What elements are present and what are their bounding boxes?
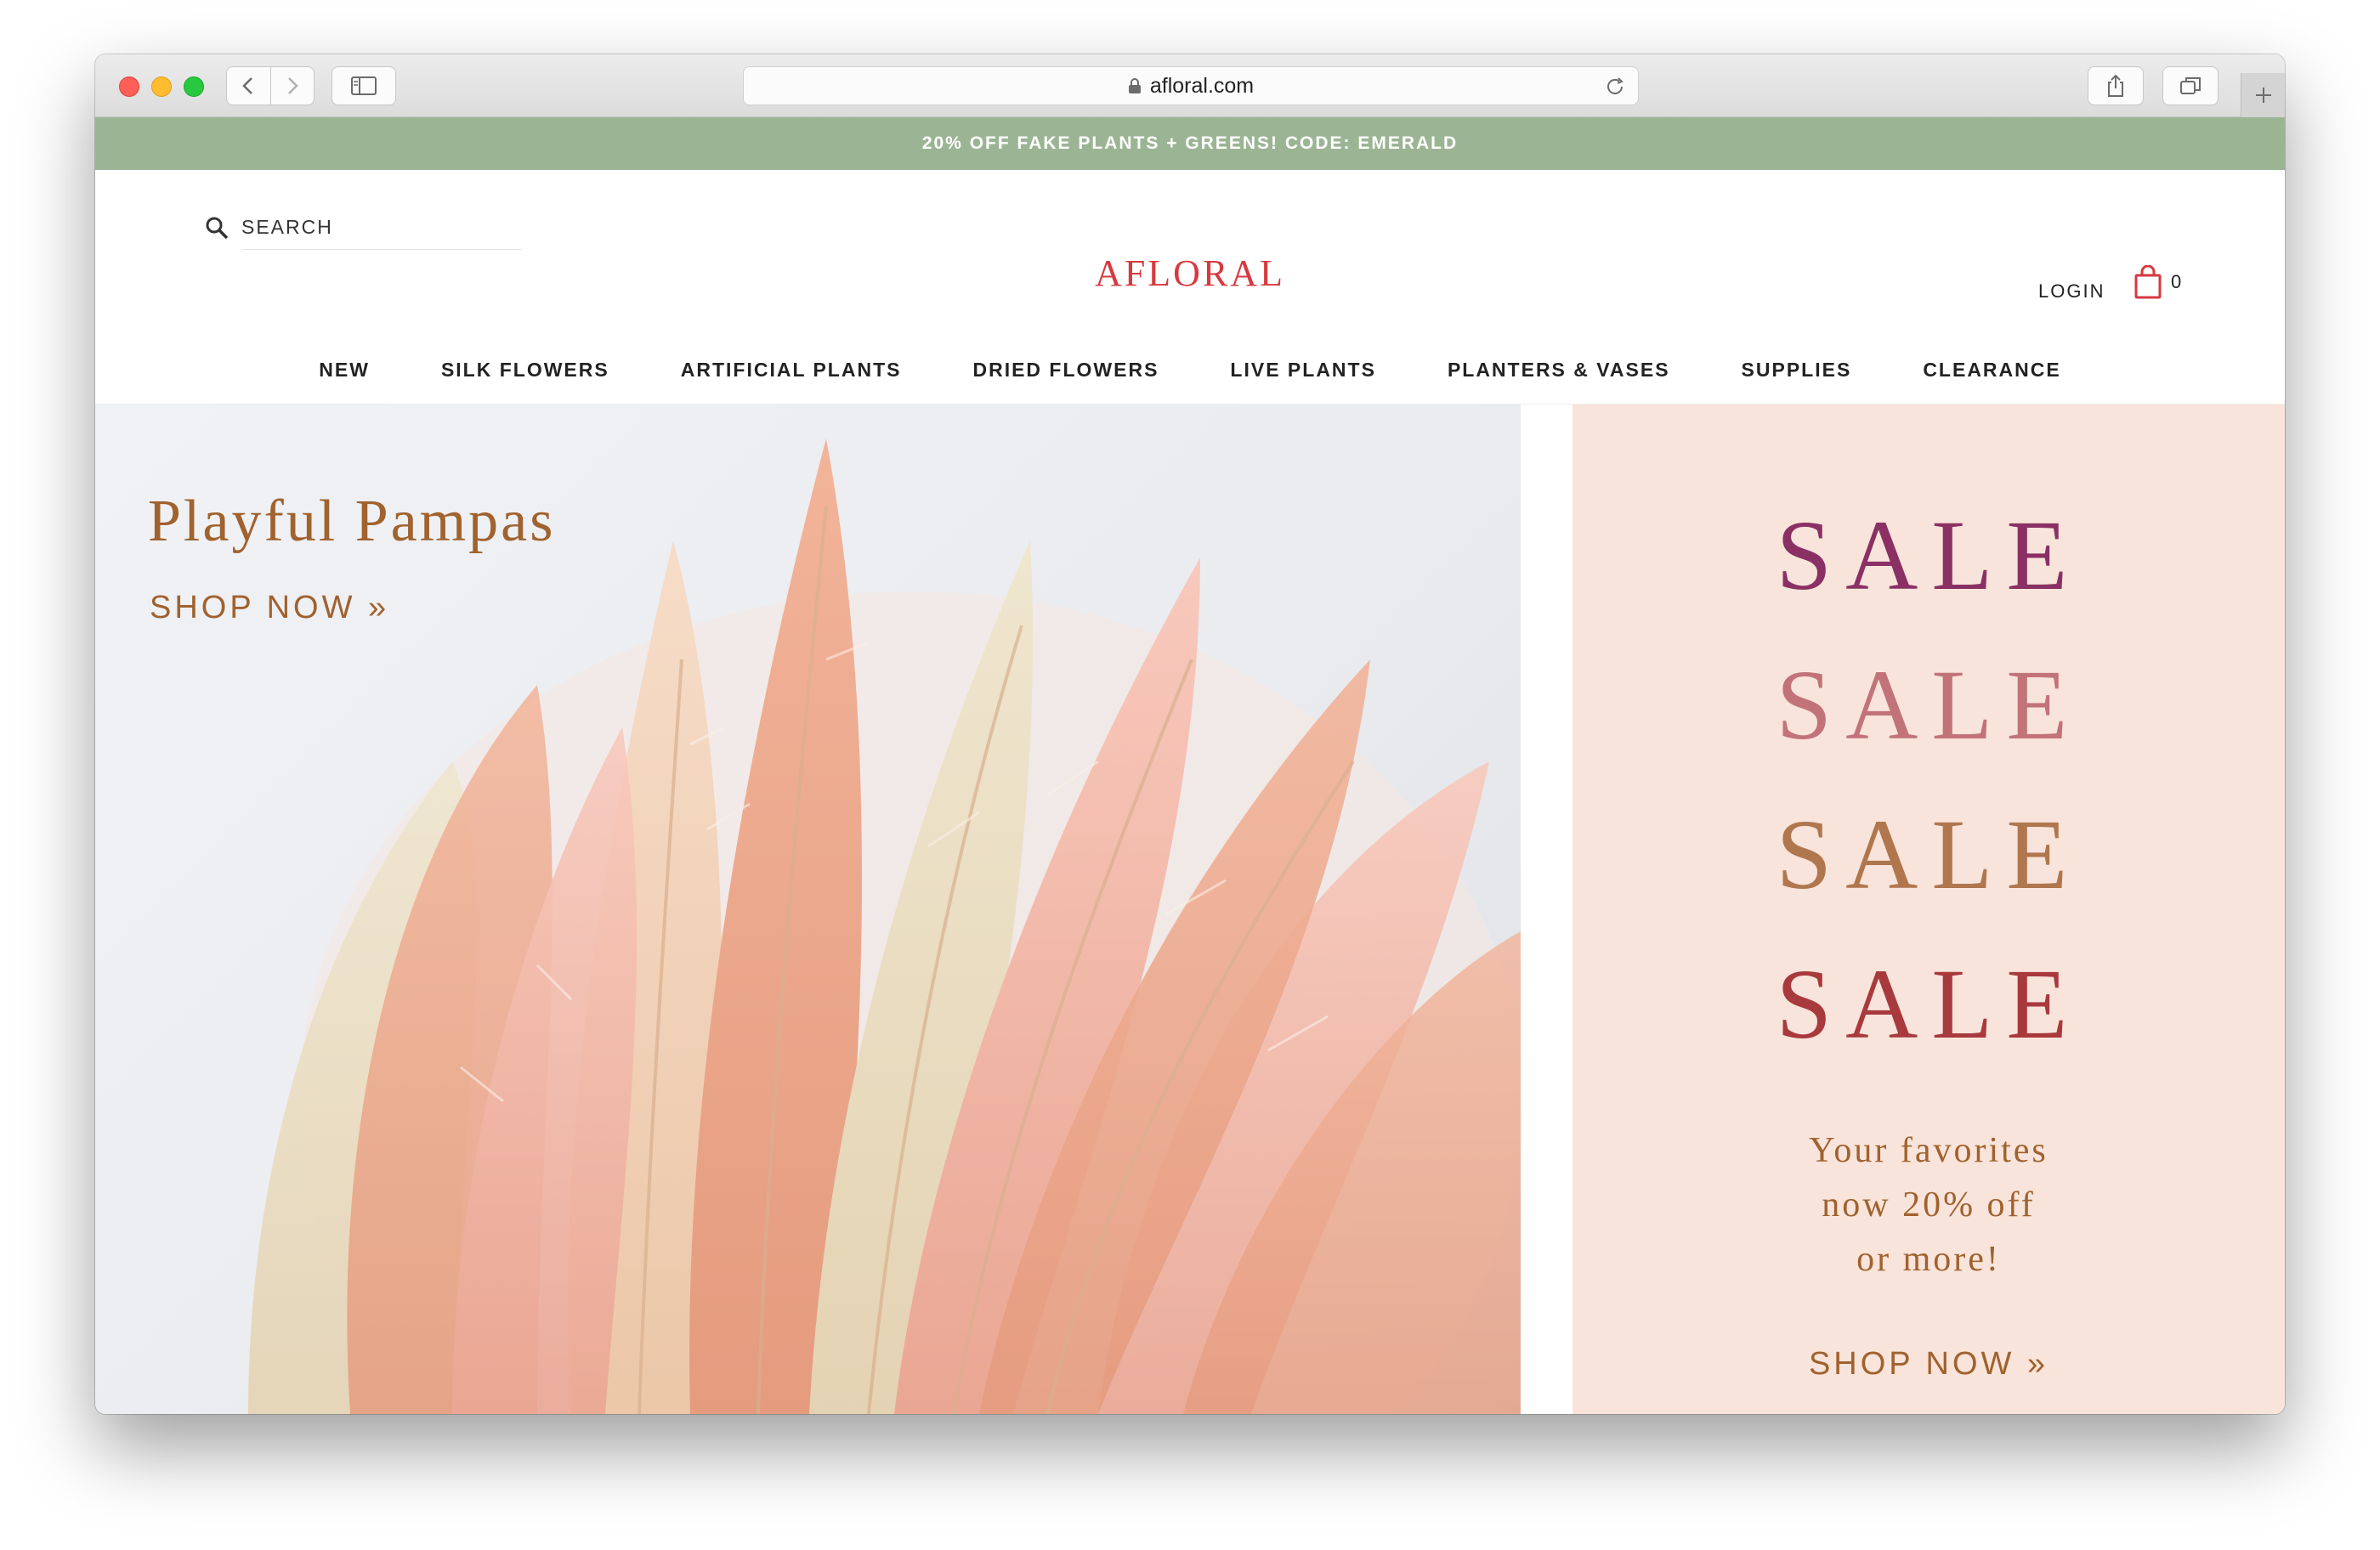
sale-heading: SALE <box>1776 799 2082 910</box>
sale-subtitle: Your favorites now 20% off or more! <box>1572 1123 2285 1287</box>
site-header: AFLORAL LOGIN 0 NEW SILK FLOWERS ARTIFIC… <box>95 170 2285 404</box>
browser-toolbar: afloral.com <box>95 54 2285 117</box>
search-bar <box>202 204 530 252</box>
back-button[interactable] <box>227 67 270 105</box>
forward-button[interactable] <box>269 67 314 105</box>
sidebar-icon <box>351 76 377 95</box>
nav-item-new[interactable]: NEW <box>319 359 370 382</box>
tabs-icon <box>2180 77 2201 94</box>
share-button[interactable] <box>2088 66 2144 105</box>
nav-item-supplies[interactable]: SUPPLIES <box>1742 359 1852 382</box>
sale-heading: SALE <box>1776 500 2082 611</box>
sale-subtitle-line: or more! <box>1856 1240 2001 1279</box>
lock-icon <box>1128 77 1142 94</box>
sale-heading: SALE <box>1776 649 2082 761</box>
chevron-right-icon <box>288 77 298 94</box>
hero-shop-now-link[interactable]: SHOP NOW » <box>150 590 389 626</box>
tabs-overview-button[interactable] <box>2162 66 2218 105</box>
login-link[interactable]: LOGIN <box>2038 280 2105 303</box>
sale-subtitle-line: Your favorites <box>1809 1131 2048 1170</box>
address-url: afloral.com <box>1149 73 1255 98</box>
new-tab-button[interactable] <box>2241 73 2285 117</box>
pampas-grass-image <box>248 438 1521 1414</box>
plus-icon <box>2255 88 2271 103</box>
chevron-left-icon <box>242 77 253 94</box>
nav-item-planters-vases[interactable]: PLANTERS & VASES <box>1448 359 1670 382</box>
nav-item-artificial-plants[interactable]: ARTIFICIAL PLANTS <box>681 359 902 382</box>
promo-text: 20% OFF FAKE PLANTS + GREENS! CODE: EMER… <box>921 133 1459 153</box>
browser-window: afloral.com 20% OFF FAKE PLANTS + GREENS… <box>95 54 2285 1414</box>
sale-subtitle-line: now 20% off <box>1822 1185 2036 1225</box>
search-input[interactable] <box>241 206 522 250</box>
sidebar-button[interactable] <box>332 66 396 105</box>
address-bar[interactable]: afloral.com <box>743 66 1639 105</box>
share-icon <box>2108 74 2123 97</box>
close-window-button[interactable] <box>119 76 139 97</box>
site-logo[interactable]: AFLORAL <box>1020 252 1360 295</box>
reload-icon[interactable] <box>1604 76 1626 98</box>
shopping-bag-icon <box>2134 265 2162 299</box>
hero-banner[interactable]: Playful Pampas SHOP NOW » <box>95 404 1521 1414</box>
cart-button[interactable]: 0 <box>2134 265 2181 299</box>
minimize-window-button[interactable] <box>151 76 172 97</box>
hero-title: Playful Pampas <box>148 489 556 554</box>
sale-shop-now-link[interactable]: SHOP NOW » <box>1572 1346 2285 1383</box>
hero-divider <box>1521 404 1572 1414</box>
nav-item-silk-flowers[interactable]: SILK FLOWERS <box>441 359 609 382</box>
maximize-window-button[interactable] <box>184 76 204 97</box>
cart-count: 0 <box>2171 271 2182 292</box>
sale-heading: SALE <box>1776 948 2082 1060</box>
nav-item-clearance[interactable]: CLEARANCE <box>1923 359 2060 382</box>
history-nav-group <box>226 66 314 105</box>
search-icon[interactable] <box>202 213 231 242</box>
main-nav: NEW SILK FLOWERS ARTIFICIAL PLANTS DRIED… <box>95 348 2285 391</box>
nav-item-dried-flowers[interactable]: DRIED FLOWERS <box>972 359 1159 382</box>
promo-banner: 20% OFF FAKE PLANTS + GREENS! CODE: EMER… <box>95 117 2285 170</box>
nav-item-live-plants[interactable]: LIVE PLANTS <box>1230 359 1376 382</box>
sale-panel[interactable]: SALE SALE SALE SALE Your favorites now 2… <box>1572 404 2285 1414</box>
